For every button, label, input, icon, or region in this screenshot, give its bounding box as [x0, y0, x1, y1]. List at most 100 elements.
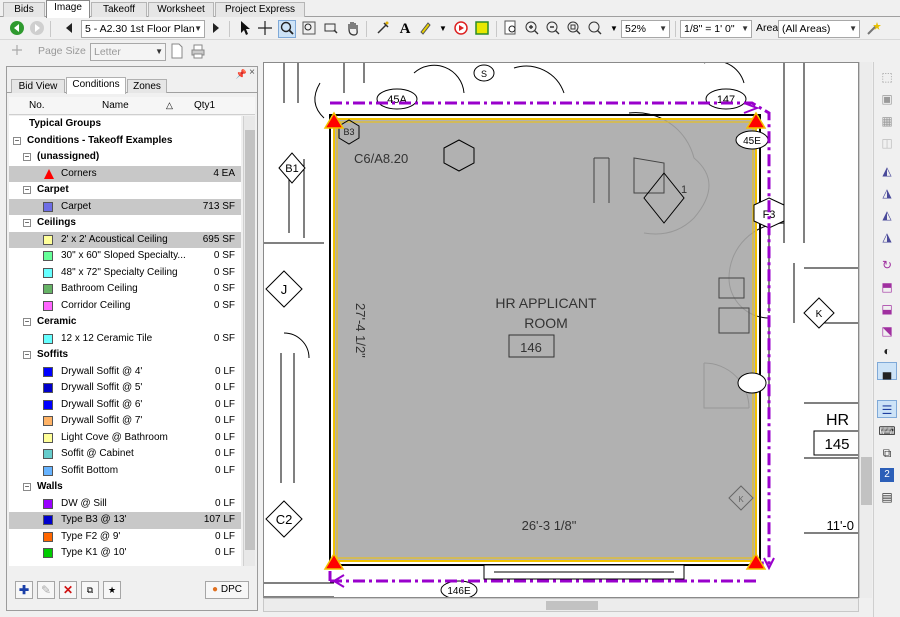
collapse-icon[interactable]: −	[23, 186, 31, 194]
column-no[interactable]: No.	[29, 100, 45, 111]
add-condition-icon[interactable]: ✚	[15, 581, 33, 599]
pitch-tool-icon[interactable]: ◮	[877, 184, 897, 202]
condition-row[interactable]: Light Cove @ Bathroom 0 LF	[9, 430, 241, 447]
hide-markup-icon[interactable]	[473, 20, 491, 38]
highlighter-icon[interactable]	[416, 20, 434, 38]
angle-tool-icon[interactable]: ◮	[877, 228, 897, 246]
tab-project-express[interactable]: Project Express	[215, 2, 305, 17]
condition-row[interactable]: Drywall Soffit @ 6' 0 LF	[9, 397, 241, 414]
condition-row[interactable]: Bathroom Ceiling 0 SF	[9, 281, 241, 298]
column-qty1[interactable]: Qty1	[194, 100, 215, 111]
zoom-fit-icon[interactable]	[565, 20, 583, 38]
select-pointer-icon[interactable]	[236, 20, 254, 38]
condition-group-row[interactable]: − Conditions - Takeoff Examples	[9, 133, 241, 150]
print-icon[interactable]	[189, 43, 207, 61]
edit-condition-icon[interactable]: ✎	[37, 581, 55, 599]
condition-group-row[interactable]: − Ceramic	[9, 314, 241, 331]
condition-row[interactable]: DW @ Sill 0 LF	[9, 496, 241, 513]
canvas-horizontal-scrollbar[interactable]	[263, 598, 859, 612]
condition-row[interactable]: Type K1 @ 10' 0 LF	[9, 545, 241, 562]
grid-tool-icon[interactable]: ▦	[877, 112, 897, 130]
condition-row[interactable]: Type B3 @ 13' 107 LF	[9, 512, 241, 529]
page-select[interactable]: 5 - A2.30 1st Floor Plan ▼	[81, 20, 205, 38]
condition-row[interactable]: Drywall Soffit @ 7' 0 LF	[9, 413, 241, 430]
condition-row[interactable]: Drywall Soffit @ 5' 0 LF	[9, 380, 241, 397]
tab-zones[interactable]: Zones	[127, 79, 167, 93]
condition-row[interactable]: Corridor Ceiling 0 SF	[9, 298, 241, 315]
page-two-icon[interactable]: 2	[877, 464, 897, 482]
forward-icon[interactable]	[28, 20, 46, 38]
collapse-icon[interactable]: −	[23, 318, 31, 326]
tab-worksheet[interactable]: Worksheet	[148, 2, 214, 17]
condition-row[interactable]: Carpet 713 SF	[9, 198, 241, 215]
cutout-tool-icon[interactable]: ⬒	[877, 278, 897, 296]
copy-view-icon[interactable]: ⧉	[877, 444, 897, 462]
condition-row[interactable]: 12 x 12 Ceramic Tile 0 SF	[9, 331, 241, 348]
page-size-select[interactable]: Letter ▼	[90, 43, 166, 61]
condition-row[interactable]: Type F2 @ 9' 0 LF	[9, 529, 241, 546]
rotate-tool-icon[interactable]: ↻	[877, 256, 897, 274]
dpc-button[interactable]: ● DPC	[205, 581, 249, 599]
tab-takeoff[interactable]: Takeoff	[91, 2, 147, 17]
slope-tool-icon[interactable]: ◭	[877, 162, 897, 180]
condition-group-row[interactable]: − Carpet	[9, 182, 241, 199]
condition-row[interactable]: Drywall Soffit @ 4' 0 LF	[9, 364, 241, 381]
sort-ascending-icon[interactable]: △	[166, 100, 173, 111]
text-tool-icon[interactable]: A	[396, 20, 414, 38]
drawing-canvas[interactable]: HR APPLICANT ROOM 146 26'-3 1/8" 27'-4 1…	[263, 62, 859, 598]
contrast-icon[interactable]: ◐	[877, 342, 897, 360]
previous-page-icon[interactable]	[60, 20, 78, 38]
segment-tool-icon[interactable]: ◭	[877, 206, 897, 224]
condition-row[interactable]: 30" x 60" Sloped Specialty... 0 SF	[9, 248, 241, 265]
condition-group-row[interactable]: − Walls	[9, 479, 241, 496]
count-tool-icon[interactable]: ◫	[877, 134, 897, 152]
rectangle-tool-icon[interactable]: ▣	[877, 90, 897, 108]
pan-hand-icon[interactable]	[344, 20, 362, 38]
collapse-icon[interactable]: −	[23, 153, 31, 161]
list-view-icon[interactable]: ☰	[877, 400, 897, 418]
area-wand-icon[interactable]	[864, 20, 882, 38]
tab-bid-view[interactable]: Bid View	[11, 79, 65, 93]
zoom-tool-icon[interactable]	[278, 20, 296, 38]
zoom-select[interactable]: 52% ▼	[621, 20, 670, 38]
copy-condition-icon[interactable]: ⧉	[81, 581, 99, 599]
canvas-vertical-scrollbar[interactable]	[859, 62, 872, 598]
tab-image[interactable]: Image	[46, 0, 90, 18]
condition-row[interactable]: Soffit @ Cabinet 0 LF	[9, 446, 241, 463]
annotation-tool-icon[interactable]	[374, 20, 392, 38]
scale-select[interactable]: 1/8" = 1' 0" ▼	[680, 20, 752, 38]
zoom-actual-icon[interactable]	[586, 20, 604, 38]
condition-group-row[interactable]: − Soffits	[9, 347, 241, 364]
notes-icon[interactable]: ▤	[877, 488, 897, 506]
highlighter-dropdown-icon[interactable]: ▼	[434, 20, 452, 38]
condition-group-row[interactable]: − (unassigned)	[9, 149, 241, 166]
condition-group-row[interactable]: Typical Groups	[9, 116, 241, 133]
collapse-icon[interactable]: −	[23, 351, 31, 359]
area-select[interactable]: (All Areas) ▼	[778, 20, 860, 38]
collapse-icon[interactable]: −	[13, 136, 21, 145]
floor-plan-drawing[interactable]: HR APPLICANT ROOM 146 26'-3 1/8" 27'-4 1…	[264, 63, 859, 598]
condition-style-icon[interactable]: ★	[103, 581, 121, 599]
tab-conditions[interactable]: Conditions	[66, 77, 126, 94]
collapse-icon[interactable]: −	[23, 219, 31, 227]
zoom-rect-icon[interactable]	[322, 20, 340, 38]
collapse-icon[interactable]: −	[23, 483, 31, 491]
back-icon[interactable]	[8, 20, 26, 38]
condition-row[interactable]: Corners 4 EA	[9, 165, 241, 182]
column-name[interactable]: Name	[102, 100, 129, 111]
crosshair-icon[interactable]	[256, 20, 274, 38]
conditions-scrollbar[interactable]	[243, 116, 255, 566]
layer-toggle-icon[interactable]: ▄	[877, 362, 897, 380]
area-tool-icon[interactable]: ⬚	[877, 68, 897, 86]
new-page-icon[interactable]	[168, 43, 186, 61]
zoom-in-icon[interactable]	[523, 20, 541, 38]
condition-row[interactable]: 2' x 2' Acoustical Ceiling 695 SF	[9, 231, 241, 248]
next-page-icon[interactable]	[207, 20, 225, 38]
tab-bids[interactable]: Bids	[3, 2, 45, 17]
delete-condition-icon[interactable]: ✕	[59, 581, 77, 599]
condition-group-row[interactable]: − Ceilings	[9, 215, 241, 232]
condition-row[interactable]: 48" x 72" Specialty Ceiling 0 SF	[9, 265, 241, 282]
callout-icon[interactable]: ⌨	[877, 422, 897, 440]
merge-tool-icon[interactable]: ⬔	[877, 322, 897, 340]
zoom-window-icon[interactable]	[300, 20, 318, 38]
